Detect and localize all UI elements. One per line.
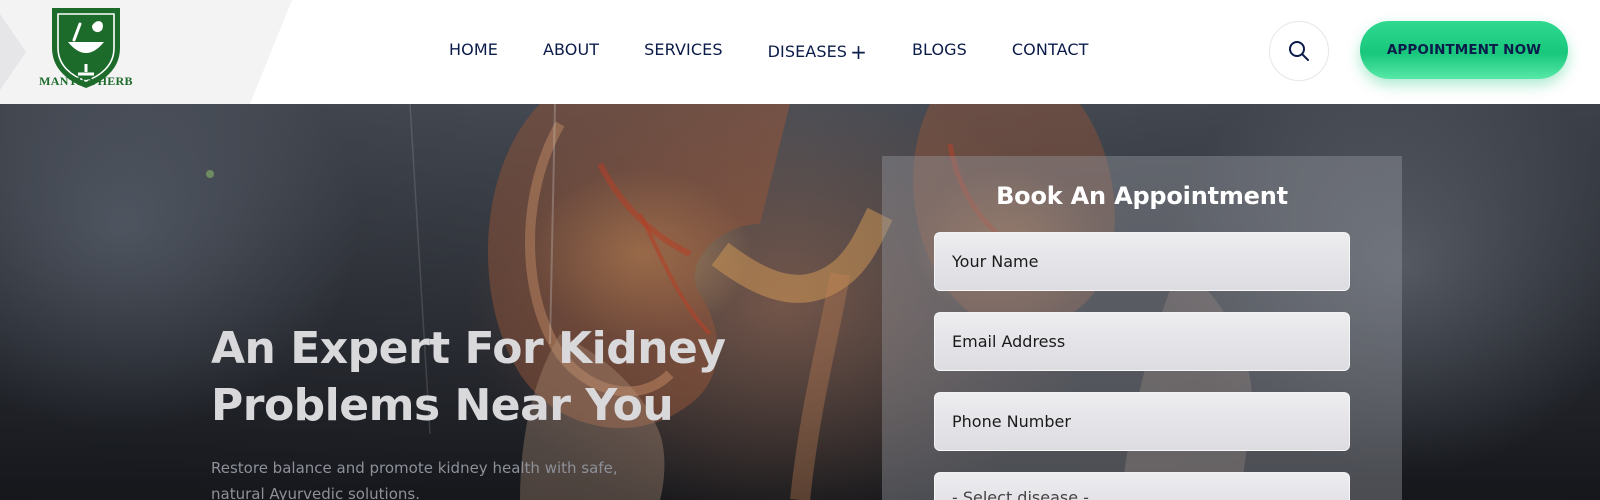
nav-about-label: ABOUT bbox=[542, 40, 600, 59]
plus-icon[interactable]: + bbox=[850, 40, 867, 64]
nav-contact[interactable]: CONTACT bbox=[1012, 40, 1089, 64]
nav-home[interactable]: HOME bbox=[449, 40, 498, 64]
appointment-now-button[interactable]: APPOINTMENT NOW bbox=[1360, 21, 1568, 79]
nav-home-label: HOME bbox=[449, 40, 498, 59]
nav-diseases-label: DISEASES bbox=[767, 42, 848, 61]
hero-title: An Expert For Kidney Problems Near You bbox=[211, 320, 771, 434]
nav-blogs[interactable]: BLOGS bbox=[912, 40, 967, 64]
site-header: MANTRA HERB HOME ABOUT SERVICES DISEASES… bbox=[0, 0, 1600, 104]
search-button[interactable] bbox=[1269, 21, 1329, 81]
nav-about[interactable]: ABOUT bbox=[543, 40, 599, 64]
nav-blogs-label: BLOGS bbox=[911, 40, 967, 59]
logo-area: MANTRA HERB bbox=[0, 0, 292, 104]
nav-diseases[interactable]: DISEASES + bbox=[768, 40, 867, 64]
hero-title-line2: Problems Near You bbox=[211, 380, 674, 431]
nav-services[interactable]: SERVICES bbox=[644, 40, 722, 64]
main-nav: HOME ABOUT SERVICES DISEASES + BLOGS CONT… bbox=[449, 40, 1133, 64]
name-input[interactable]: Your Name bbox=[934, 232, 1350, 291]
search-icon bbox=[1289, 41, 1309, 61]
disease-select[interactable]: - Select disease - bbox=[934, 472, 1350, 500]
nav-services-label: SERVICES bbox=[644, 40, 723, 59]
email-input[interactable]: Email Address bbox=[934, 312, 1350, 371]
appointment-form: Book An Appointment Your Name Email Addr… bbox=[882, 156, 1402, 500]
phone-input[interactable]: Phone Number bbox=[934, 392, 1350, 451]
hero-section: An Expert For Kidney Problems Near You R… bbox=[0, 104, 1600, 500]
hero-title-line1: An Expert For Kidney bbox=[211, 323, 726, 374]
hero-subtitle-line1: Restore balance and promote kidney healt… bbox=[211, 459, 618, 477]
form-title: Book An Appointment bbox=[996, 182, 1288, 210]
brand-name: MANTRA HERB bbox=[39, 74, 133, 88]
nav-contact-label: CONTACT bbox=[1011, 40, 1089, 59]
hero-subtitle-line2: natural Ayurvedic solutions. bbox=[211, 485, 420, 500]
hero-subtitle: Restore balance and promote kidney healt… bbox=[211, 455, 671, 500]
